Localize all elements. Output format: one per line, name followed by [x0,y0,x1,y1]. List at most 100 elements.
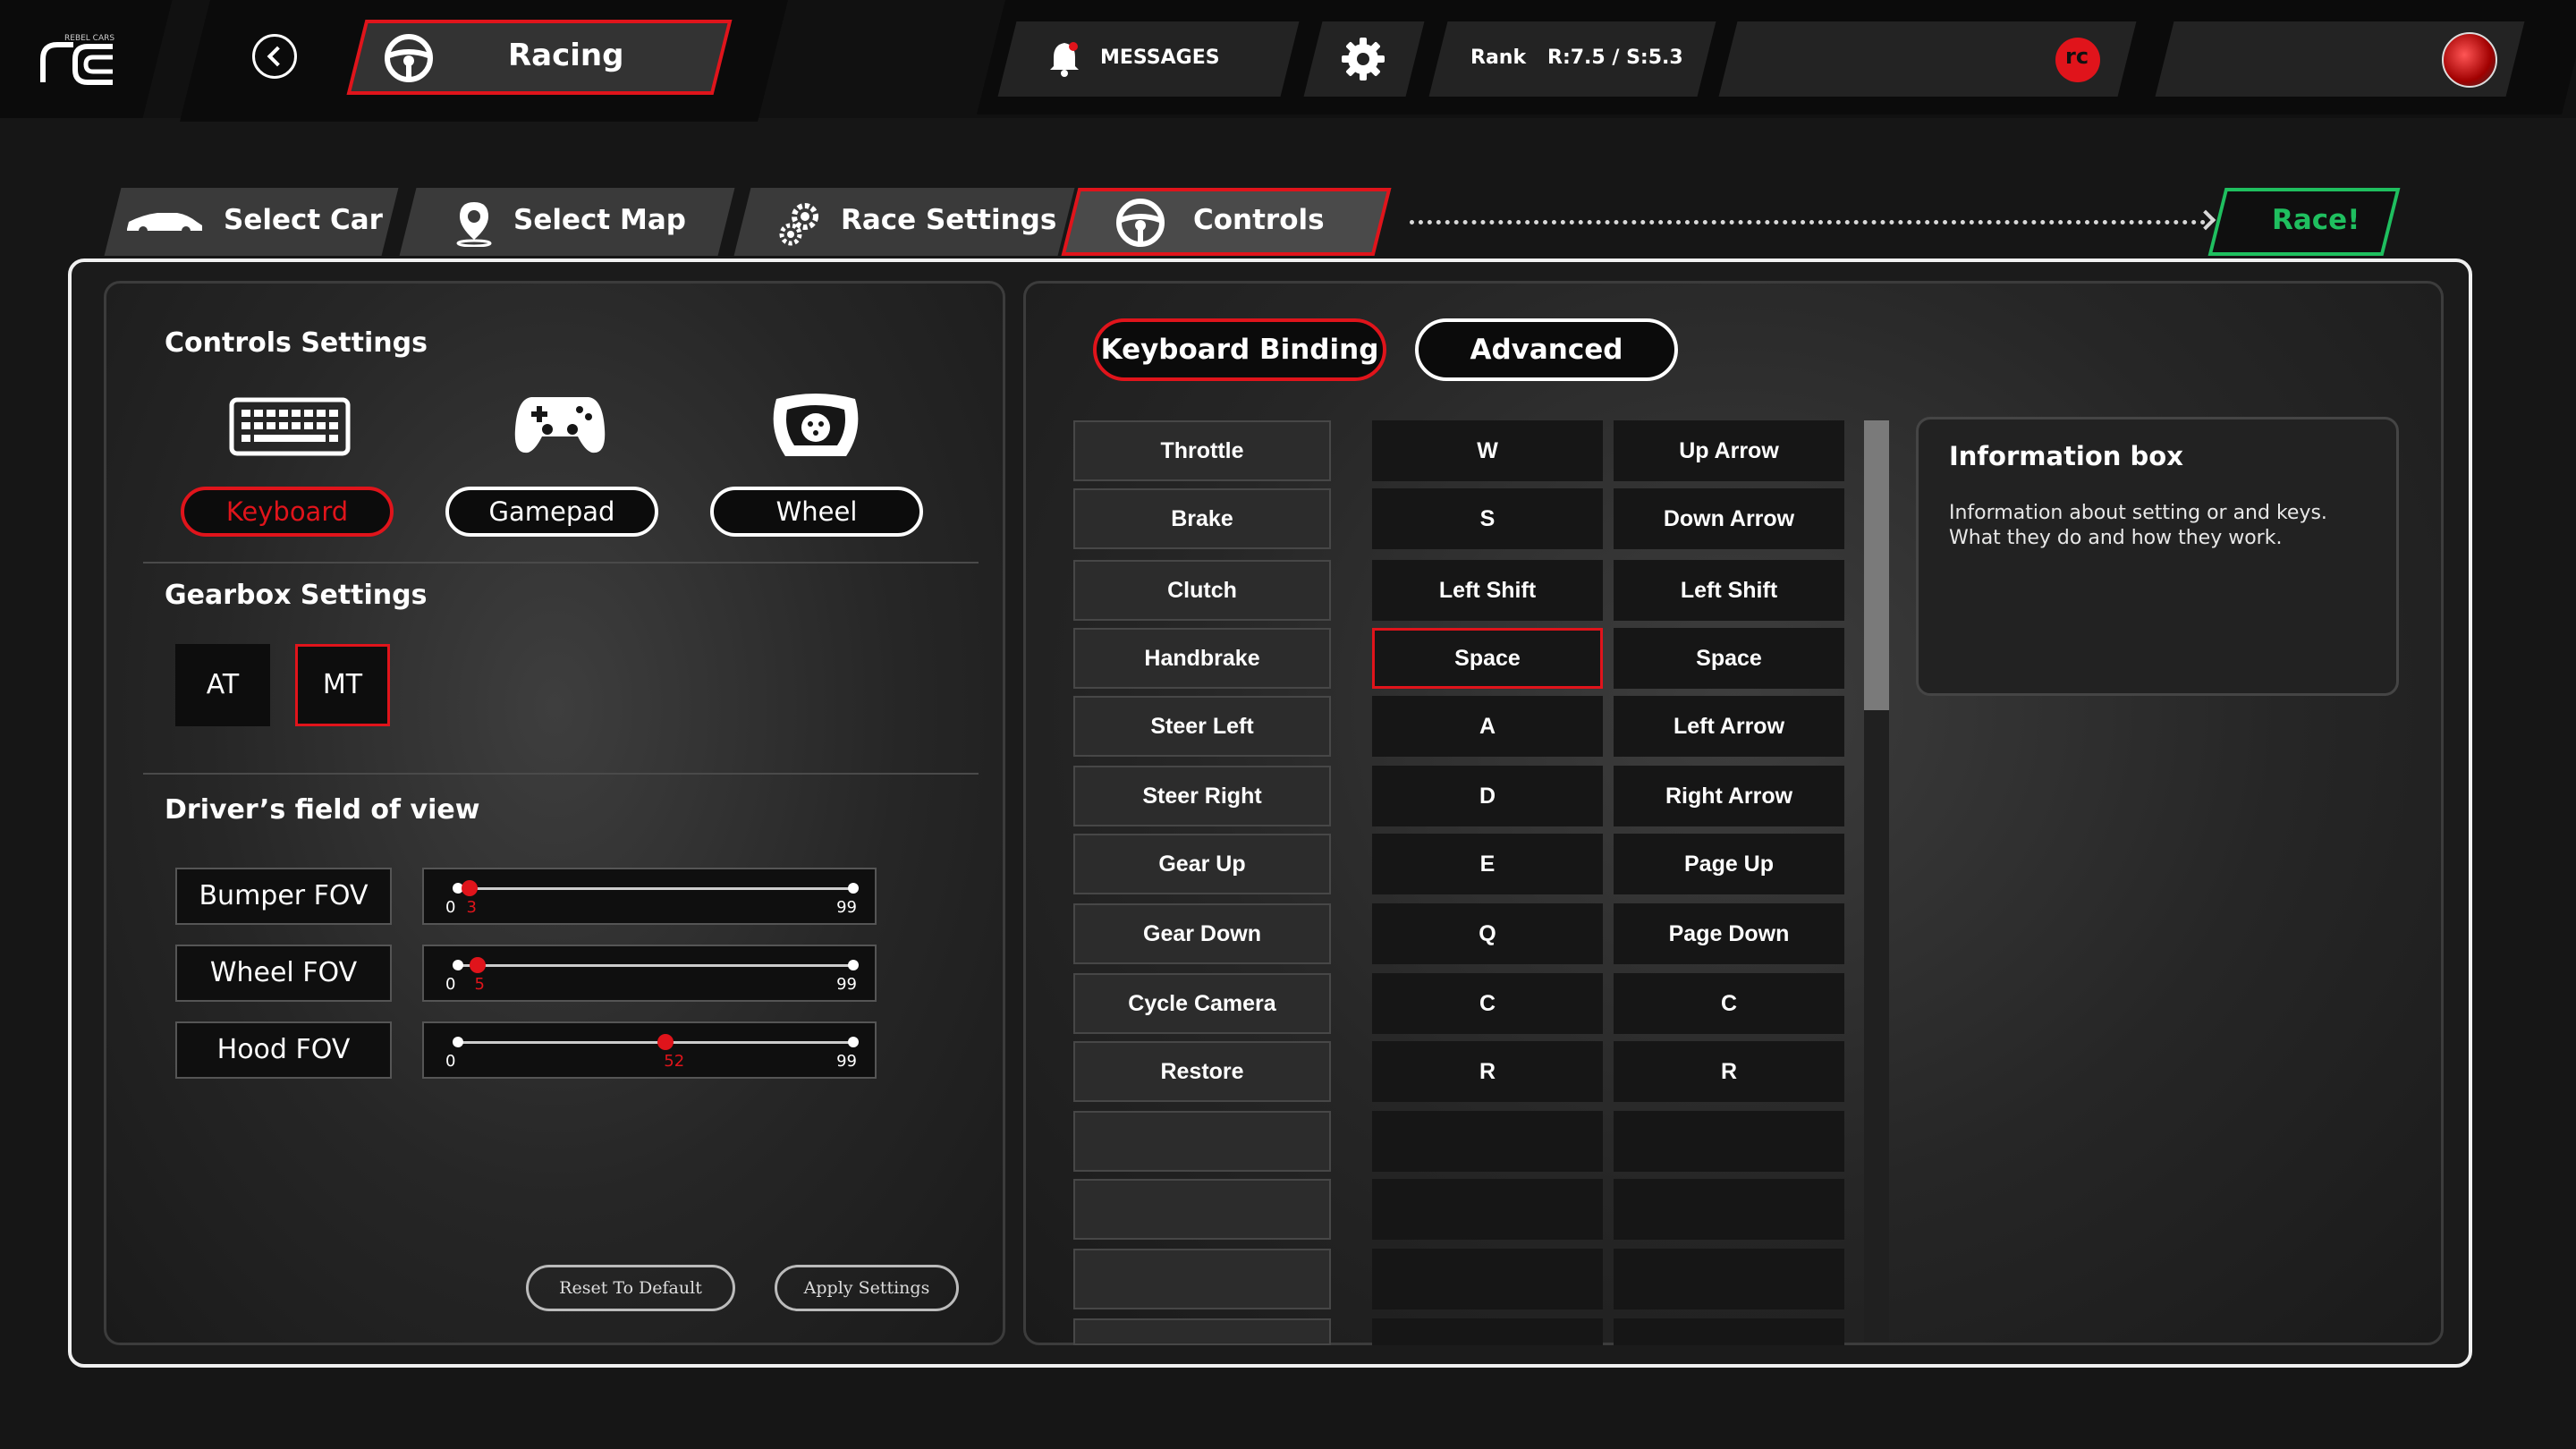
wheel-fov-label: Wheel FOV [175,945,392,1002]
info-title: Information box [1949,441,2183,471]
binding-action-cell[interactable]: Gear Up [1073,834,1331,894]
wheel-fov-slider[interactable]: 0 5 99 [422,945,877,1002]
wheel-fov-knob[interactable] [470,957,487,973]
binding-secondary-key-cell[interactable] [1614,1111,1844,1172]
info-line-2: What they do and how they work. [1949,527,2283,549]
binding-action-cell[interactable] [1073,1249,1331,1309]
information-box: Information box Information about settin… [1916,417,2399,696]
binding-primary-key-cell[interactable]: Space [1372,628,1603,689]
controls-settings-title: Controls Settings [165,327,428,359]
progress-connector [1410,220,2206,225]
binding-secondary-key-cell[interactable]: Page Down [1614,903,1844,964]
hood-fov-slider[interactable]: 0 52 99 [422,1021,877,1079]
binding-action-cell[interactable] [1073,1179,1331,1240]
tab-keyboard-binding[interactable]: Keyboard Binding [1093,318,1386,381]
hood-fov-knob[interactable] [657,1034,674,1050]
binding-secondary-key-cell[interactable]: Space [1614,628,1844,689]
device-gamepad-button[interactable]: Gamepad [445,487,658,537]
bumper-fov-slider[interactable]: 0 3 99 [422,868,877,925]
binding-secondary-key-cell[interactable] [1614,1318,1844,1345]
binding-secondary-key-cell[interactable]: Up Arrow [1614,420,1844,481]
step-label-race-settings: Race Settings [841,204,1057,236]
gearbox-settings-title: Gearbox Settings [165,580,428,611]
divider [143,773,979,775]
wheel-controller-icon [767,394,864,460]
fov-title: Driver’s field of view [165,794,480,826]
binding-primary-key-cell[interactable]: D [1372,766,1603,826]
binding-action-cell[interactable]: Brake [1073,488,1331,549]
binding-secondary-key-cell[interactable] [1614,1179,1844,1240]
binding-secondary-key-cell[interactable]: Down Arrow [1614,488,1844,549]
binding-secondary-key-cell[interactable]: R [1614,1041,1844,1102]
steering-wheel-icon [383,32,435,84]
binding-primary-key-cell[interactable]: A [1372,696,1603,757]
binding-action-cell[interactable] [1073,1111,1331,1172]
binding-primary-key-cell[interactable] [1372,1179,1603,1240]
binding-action-cell[interactable]: Clutch [1073,560,1331,621]
bell-icon [1048,39,1080,77]
device-wheel-button[interactable]: Wheel [710,487,923,537]
slider-max: 99 [836,898,857,917]
apply-settings-button[interactable]: Apply Settings [775,1265,959,1311]
binding-primary-key-cell[interactable] [1372,1318,1603,1345]
binding-primary-key-cell[interactable] [1372,1111,1603,1172]
binding-secondary-key-cell[interactable] [1614,1249,1844,1309]
slider-min: 0 [445,975,456,994]
hood-fov-label: Hood FOV [175,1021,392,1079]
binding-action-cell[interactable]: Gear Down [1073,903,1331,964]
team-logo-icon: rc [2055,38,2100,82]
keyboard-icon [229,397,351,456]
gearbox-at-button[interactable]: AT [175,644,270,726]
logo-text: REBEL CARS [64,34,115,43]
rank-value: R:7.5 / S:5.3 [1547,47,1683,69]
rc-logo: REBEL CARS [38,34,118,86]
map-pin-icon [454,200,494,248]
messages-label: MESSAGES [1100,47,1220,69]
chevron-right-icon [2195,209,2216,231]
gear-icon [1340,36,1386,82]
binding-secondary-key-cell[interactable]: Page Up [1614,834,1844,894]
info-line-1: Information about setting or and keys. [1949,502,2327,524]
binding-secondary-key-cell[interactable]: Left Shift [1614,560,1844,621]
binding-primary-key-cell[interactable] [1372,1249,1603,1309]
gearbox-mt-button[interactable]: MT [295,644,390,726]
avatar[interactable] [2442,32,2497,88]
slider-max: 99 [836,975,857,994]
binding-secondary-key-cell[interactable]: Left Arrow [1614,696,1844,757]
back-button[interactable] [252,34,297,79]
steering-wheel-icon [1114,197,1166,249]
device-keyboard-button[interactable]: Keyboard [181,487,394,537]
binding-primary-key-cell[interactable]: E [1372,834,1603,894]
binding-action-cell[interactable]: Restore [1073,1041,1331,1102]
reset-to-default-button[interactable]: Reset To Default [526,1265,735,1311]
binding-action-cell[interactable]: Throttle [1073,420,1331,481]
slider-value: 52 [664,1052,685,1071]
binding-primary-key-cell[interactable]: W [1372,420,1603,481]
scrollbar[interactable] [1864,420,1889,1342]
binding-primary-key-cell[interactable]: C [1372,973,1603,1034]
binding-primary-key-cell[interactable]: R [1372,1041,1603,1102]
gamepad-icon [513,394,606,456]
binding-action-cell[interactable]: Steer Left [1073,696,1331,757]
bumper-fov-knob[interactable] [462,880,479,896]
slider-min: 0 [445,898,456,917]
binding-action-cell[interactable]: Handbrake [1073,628,1331,689]
slider-value: 5 [474,975,485,994]
binding-action-cell[interactable]: Steer Right [1073,766,1331,826]
step-label-select-car: Select Car [224,204,383,236]
tab-advanced[interactable]: Advanced [1415,318,1678,381]
divider [143,562,979,564]
binding-primary-key-cell[interactable]: Left Shift [1372,560,1603,621]
binding-secondary-key-cell[interactable]: C [1614,973,1844,1034]
binding-primary-key-cell[interactable]: Q [1372,903,1603,964]
binding-action-cell[interactable] [1073,1318,1331,1345]
slider-min: 0 [445,1052,456,1071]
binding-action-cell[interactable]: Cycle Camera [1073,973,1331,1034]
step-label-controls: Controls [1193,204,1325,236]
rank-label: Rank [1470,47,1527,69]
bumper-fov-label: Bumper FOV [175,868,392,925]
binding-secondary-key-cell[interactable]: Right Arrow [1614,766,1844,826]
scrollbar-thumb[interactable] [1864,420,1889,710]
binding-primary-key-cell[interactable]: S [1372,488,1603,549]
race-button-label: Race! [2272,204,2360,236]
